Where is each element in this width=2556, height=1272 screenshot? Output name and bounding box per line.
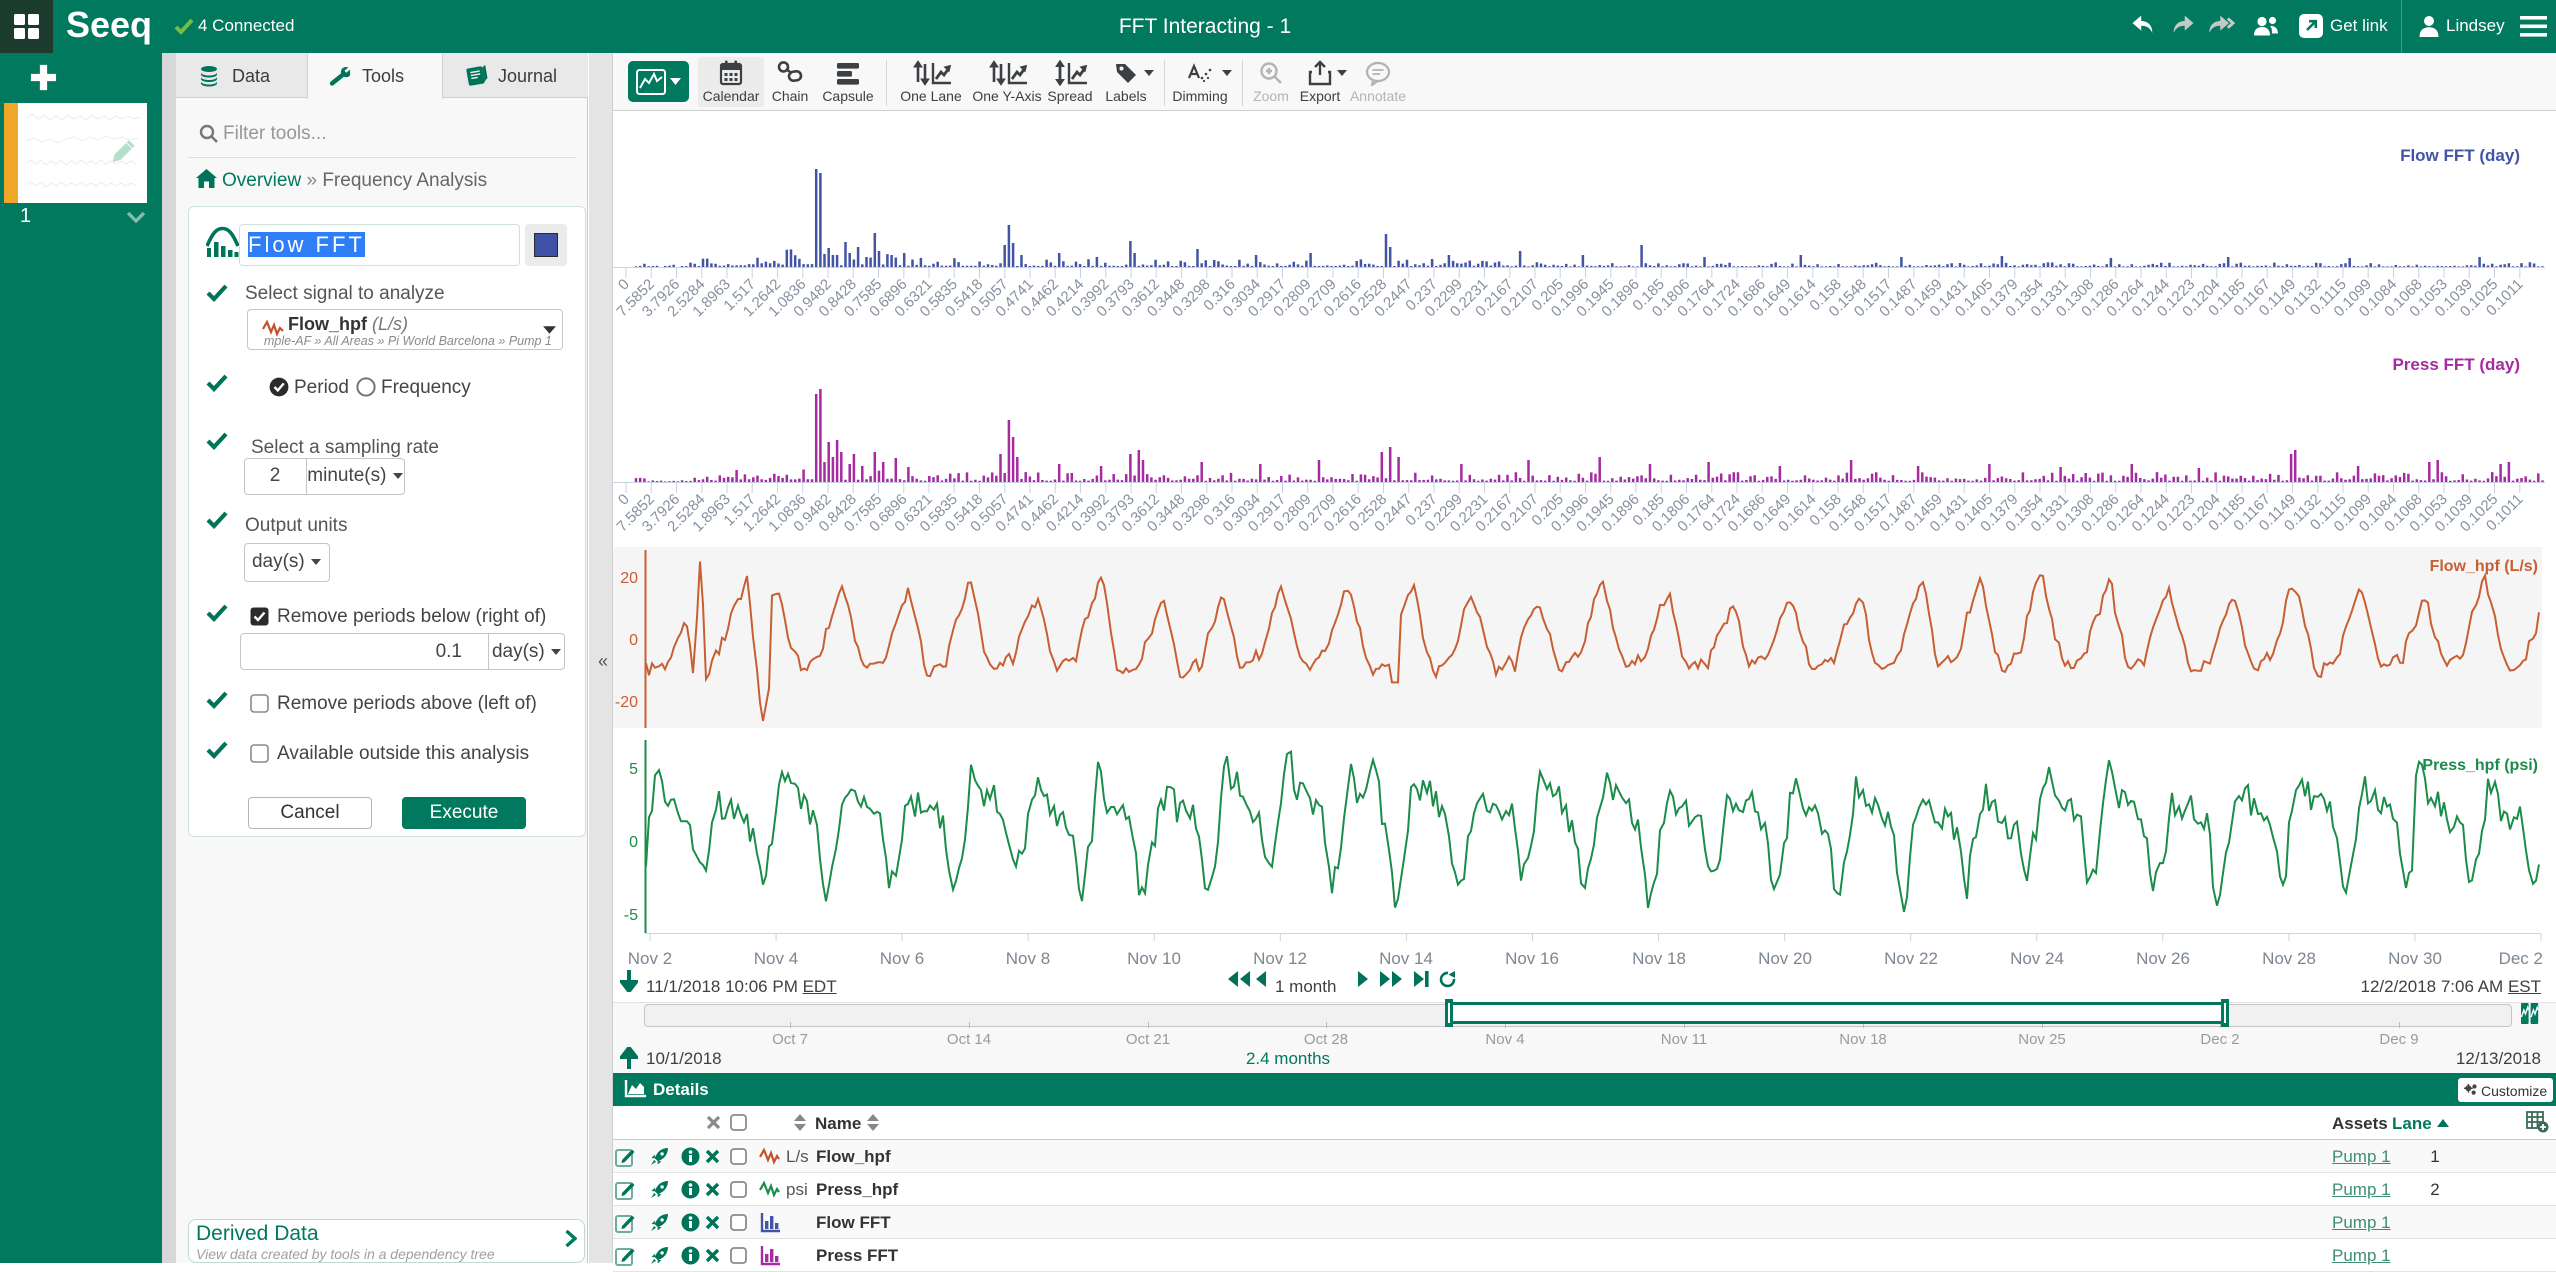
svg-text:0: 0 bbox=[629, 632, 638, 649]
svg-text:Flow FFT (day): Flow FFT (day) bbox=[2400, 146, 2520, 165]
svg-text:Nov 22: Nov 22 bbox=[1884, 949, 1938, 968]
svg-text:20: 20 bbox=[620, 570, 638, 587]
svg-text:-5: -5 bbox=[624, 907, 638, 924]
svg-text:Nov 4: Nov 4 bbox=[754, 949, 798, 968]
svg-text:Nov 16: Nov 16 bbox=[1505, 949, 1559, 968]
svg-text:Press FFT (day): Press FFT (day) bbox=[2392, 355, 2520, 374]
svg-text:Flow_hpf (L/s): Flow_hpf (L/s) bbox=[2430, 558, 2538, 575]
svg-text:Nov 28: Nov 28 bbox=[2262, 949, 2316, 968]
svg-text:5: 5 bbox=[629, 761, 638, 778]
svg-text:Nov 6: Nov 6 bbox=[880, 949, 924, 968]
svg-text:Nov 2: Nov 2 bbox=[628, 949, 672, 968]
svg-text:Dec 2: Dec 2 bbox=[2499, 949, 2543, 968]
svg-text:Nov 24: Nov 24 bbox=[2010, 949, 2064, 968]
svg-text:Nov 8: Nov 8 bbox=[1006, 949, 1050, 968]
svg-text:Nov 18: Nov 18 bbox=[1632, 949, 1686, 968]
svg-text:Nov 20: Nov 20 bbox=[1758, 949, 1812, 968]
svg-text:Nov 30: Nov 30 bbox=[2388, 949, 2442, 968]
svg-text:Nov 10: Nov 10 bbox=[1127, 949, 1181, 968]
svg-text:Press_hpf (psi): Press_hpf (psi) bbox=[2422, 757, 2538, 774]
svg-text:Nov 12: Nov 12 bbox=[1253, 949, 1307, 968]
svg-text:0: 0 bbox=[629, 834, 638, 851]
svg-text:-20: -20 bbox=[615, 694, 638, 711]
svg-text:Nov 14: Nov 14 bbox=[1379, 949, 1433, 968]
svg-text:Nov 26: Nov 26 bbox=[2136, 949, 2190, 968]
